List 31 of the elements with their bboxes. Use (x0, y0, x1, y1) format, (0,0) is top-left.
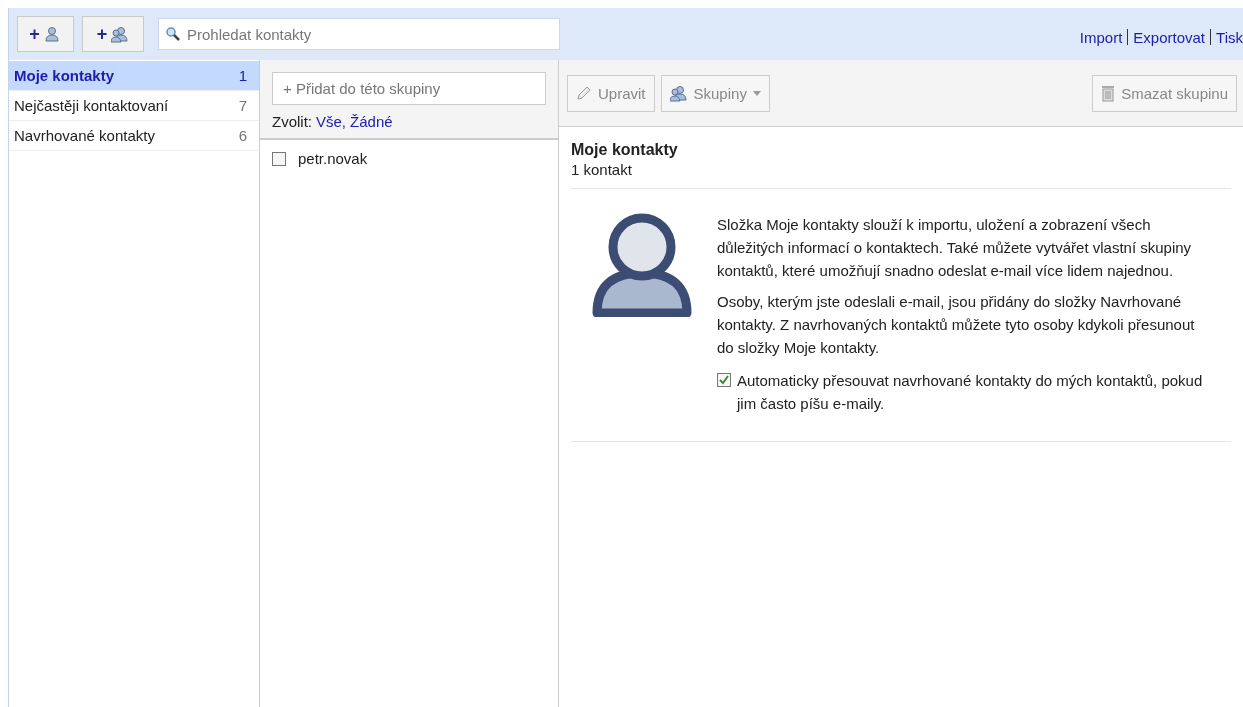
toolbar-link[interactable]: Exportovat (1133, 28, 1206, 46)
add-group-button[interactable]: + (82, 16, 144, 52)
contact-count: 1 kontakt (571, 161, 633, 178)
toolbar-link[interactable]: Import (1079, 28, 1123, 46)
caret-icon (752, 90, 761, 96)
pencil-icon (576, 85, 592, 101)
info-paragraph: Osoby, kterým jste odeslali e-mail, jsou přidány do složky Navrhované kontakty. Z navrhovaných kontaktů můžete tyto osoby kdykoli přesunout do složky Moje kontakty. (717, 292, 1196, 358)
add-to-group-button[interactable]: + Přidat do této skupiny (272, 72, 546, 105)
select-label: Zvolit: (272, 113, 312, 130)
trash-icon (1101, 84, 1116, 102)
avatar-icon (591, 213, 693, 317)
select-link[interactable]: Vše, (316, 113, 347, 130)
add-contact-button[interactable]: + (17, 16, 74, 52)
item-count: 6 (238, 127, 247, 144)
info-paragraph: Složka Moje kontakty slouží k importu, uložení a zobrazení všech důležitých informací o kontaktech. Také můžete vytvářet vlastní skupiny kontaktů, které umožňují snadno odeslat e-mail více lidem najednou. (717, 215, 1193, 281)
toolbar-link[interactable]: Tisk (1216, 28, 1243, 46)
checkbox[interactable] (272, 151, 286, 166)
search-field[interactable]: Prohledat kontakty (158, 18, 560, 50)
sidebar-item[interactable]: Moje kontakty 1 (9, 61, 259, 91)
group-title: Moje kontakty (571, 141, 679, 159)
people-icon (669, 84, 688, 102)
item-count: 1 (238, 67, 247, 84)
people-icon (111, 25, 130, 43)
contact-name[interactable]: petr.novak (298, 150, 368, 167)
sidebar-item[interactable]: Navrhované kontakty 6 (9, 121, 259, 151)
item-count: 7 (238, 97, 247, 114)
sidebar-item[interactable]: Nejčastěji kontaktovaní 7 (9, 91, 259, 121)
select-link[interactable]: Žádné (350, 113, 393, 130)
checkbox[interactable] (717, 373, 731, 387)
checkbox-label: Automaticky přesouvat navrhované kontakty do mých kontaktů, pokud jim často píšu e-maily. (737, 371, 1204, 414)
person-icon (43, 25, 62, 43)
